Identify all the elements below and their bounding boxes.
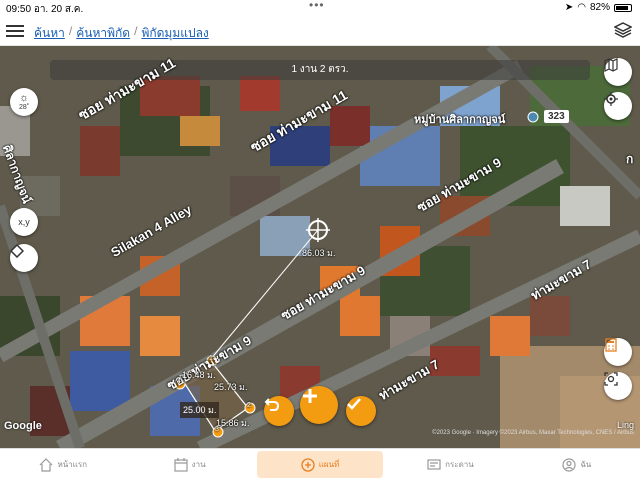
map-view-button[interactable]	[604, 58, 632, 86]
home-icon	[40, 457, 53, 472]
tab-home[interactable]: หน้าแรก	[0, 449, 126, 480]
vertex-number: 4	[177, 378, 181, 385]
layers-icon[interactable]	[614, 22, 632, 38]
segment-length: 15.86 ม.	[216, 418, 250, 428]
xy-button[interactable]: x,y	[10, 208, 38, 236]
segment-length: 25.00 ม.	[180, 402, 220, 418]
tab-jobs[interactable]: งาน	[126, 449, 252, 480]
battery-icon	[614, 3, 632, 12]
poi-label[interactable]: หมู่บ้านศิลากาญจน์	[414, 110, 505, 128]
segment-length: 25.73 ม.	[214, 382, 248, 392]
map-attribution[interactable]: ©2023 Google · Imagery ©2023 Airbus, Max…	[432, 430, 634, 436]
tab-me[interactable]: ฉัน	[514, 449, 640, 480]
screenshot-button[interactable]	[604, 372, 632, 400]
add-point-button[interactable]	[300, 386, 338, 424]
battery-percent: 82%	[589, 2, 610, 13]
vertex-number: 1	[209, 355, 213, 362]
capture-icon	[604, 372, 618, 386]
tab-board[interactable]: กระดาน	[387, 449, 513, 480]
confirm-button[interactable]	[346, 396, 376, 426]
tab-map[interactable]: แผนที่	[256, 451, 384, 478]
bottom-tab-bar: หน้าแรก งาน แผนที่ กระดาน ฉัน	[0, 448, 640, 480]
undo-button[interactable]	[264, 396, 294, 426]
sun-icon: ☼	[18, 92, 30, 104]
tab-label: กระดาน	[445, 460, 474, 469]
route-badge: 323	[544, 110, 569, 123]
location-icon: ➤	[564, 2, 574, 13]
message-icon	[427, 458, 441, 470]
status-time: 09:50 อา. 20 ส.ค.	[6, 4, 84, 15]
add-circle-icon	[301, 457, 315, 472]
undo-icon	[264, 398, 280, 411]
tab-label: ฉัน	[580, 460, 592, 469]
google-logo: Google	[4, 420, 42, 432]
tab-label: แผนที่	[318, 460, 340, 469]
calculator-icon	[605, 338, 617, 352]
ling-label: Ling	[616, 420, 634, 430]
calculator-button[interactable]	[604, 338, 632, 366]
segment-length: 16.48 ม.	[182, 370, 216, 380]
breadcrumb-search[interactable]: ค้นหา	[34, 24, 65, 43]
user-icon	[562, 457, 576, 472]
calendar-icon	[174, 457, 188, 472]
top-navbar: ค้นหา / ค้นหาพิกัด / พิกัดมุมแปลง	[0, 16, 640, 46]
tab-label: หน้าแรก	[57, 460, 87, 469]
status-bar: 09:50 อา. 20 ส.ค. ••• ➤ ◠ 82%	[0, 0, 640, 16]
breadcrumb-corner-coords[interactable]: พิกัดมุมแปลง	[141, 24, 208, 43]
map-icon	[604, 58, 618, 72]
locate-button[interactable]	[604, 92, 632, 120]
breadcrumb: ค้นหา / ค้นหาพิกัด / พิกัดมุมแปลง	[34, 24, 209, 43]
compass-button[interactable]: ☼ 28˚	[10, 88, 38, 116]
multitask-dots[interactable]: •••	[309, 0, 325, 12]
diamond-button[interactable]	[10, 244, 38, 272]
breadcrumb-separator: /	[134, 24, 138, 38]
vertex-number: 3	[215, 426, 219, 433]
compass-degrees: 28˚	[18, 104, 30, 111]
breadcrumb-search-coords[interactable]: ค้นหาพิกัด	[76, 24, 130, 43]
tab-label: งาน	[191, 460, 206, 469]
breadcrumb-separator: /	[68, 24, 73, 38]
road-label: ก	[626, 152, 634, 166]
status-right: ➤ ◠ 82%	[565, 2, 632, 13]
satellite-map[interactable]: 1 งาน 2 ตรว. ซอย ท่ามะขาม 11 ซอย ท่ามะขา…	[0, 46, 640, 448]
vertex-number: 2	[247, 402, 251, 409]
diamond-icon	[10, 244, 24, 258]
check-icon	[347, 398, 361, 410]
target-icon	[604, 92, 618, 106]
crosshair-distance: 86.03 ม.	[302, 248, 336, 258]
wifi-icon: ◠	[577, 2, 586, 13]
menu-icon[interactable]	[6, 22, 24, 38]
plus-icon	[303, 389, 317, 403]
